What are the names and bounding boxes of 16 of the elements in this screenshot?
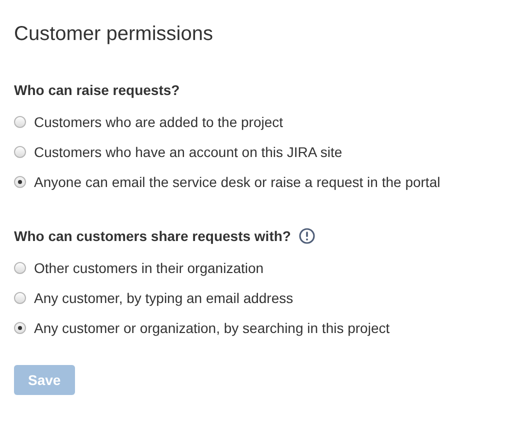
option-label: Any customer or organization, by searching in this project — [34, 320, 390, 336]
radio-button[interactable] — [14, 322, 26, 334]
option-label: Any customer, by typing an email address — [34, 290, 294, 306]
radio-button[interactable] — [14, 262, 26, 274]
radio-button[interactable] — [14, 292, 26, 304]
radio-button[interactable] — [14, 176, 26, 188]
info-icon[interactable] — [298, 228, 315, 244]
option-label: Anyone can email the service desk or raise a request in the portal — [34, 174, 440, 190]
section-heading: Who can customers share requests with? — [14, 228, 291, 244]
page-title: Customer permissions — [14, 22, 214, 46]
option-label: Customers who are added to the project — [34, 114, 284, 130]
radio-button[interactable] — [14, 116, 26, 128]
option-label: Other customers in their organization — [34, 260, 264, 276]
section-heading: Who can raise requests? — [14, 82, 180, 98]
option-label: Customers who have an account on this JIRA site — [34, 144, 342, 160]
radio-button[interactable] — [14, 146, 26, 158]
